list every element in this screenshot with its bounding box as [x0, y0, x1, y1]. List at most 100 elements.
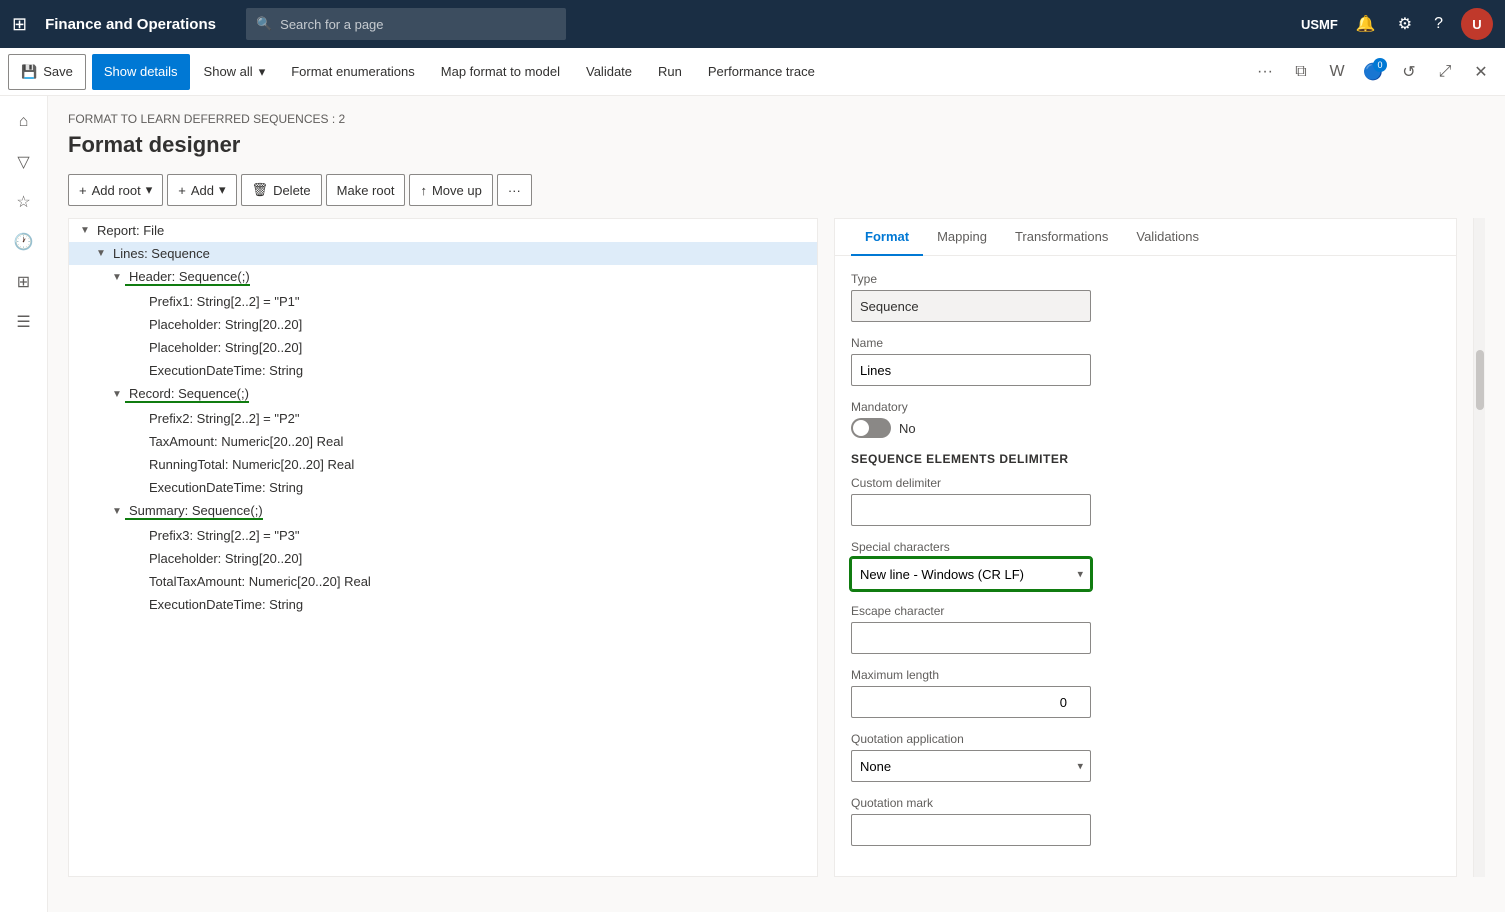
type-field-group: Type — [851, 272, 1440, 322]
list-item[interactable]: ▼ Lines: Sequence — [69, 242, 817, 265]
tree-item-label: TotalTaxAmount: Numeric[20..20] Real — [145, 574, 371, 589]
search-input[interactable] — [280, 17, 556, 32]
side-navigation: ⌂ ▽ ☆ 🕐 ⊞ ☰ — [0, 96, 48, 912]
list-item[interactable]: Placeholder: String[20..20] — [69, 313, 817, 336]
list-item[interactable]: ▼ Report: File — [69, 219, 817, 242]
run-button[interactable]: Run — [646, 54, 694, 90]
list-item[interactable]: Prefix2: String[2..2] = "P2" — [69, 407, 817, 430]
nav-filter-icon[interactable]: ▽ — [6, 144, 42, 180]
custom-delimiter-input[interactable] — [851, 494, 1091, 526]
validate-button[interactable]: Validate — [574, 54, 644, 90]
close-icon[interactable]: ✕ — [1465, 56, 1497, 88]
name-field-group: Name — [851, 336, 1440, 386]
more-actions-button[interactable]: ··· — [497, 174, 532, 206]
main-toolbar: 💾 Save Show details Show all ▾ Format en… — [0, 48, 1505, 96]
add-button[interactable]: + Add ▾ — [167, 174, 236, 206]
settings-icon[interactable]: ⚙ — [1394, 10, 1416, 38]
tab-mapping[interactable]: Mapping — [923, 219, 1001, 256]
map-format-button[interactable]: Map format to model — [429, 54, 572, 90]
type-input[interactable] — [851, 290, 1091, 322]
tree-item-label: Placeholder: String[20..20] — [145, 551, 302, 566]
top-navigation: ⊞ Finance and Operations 🔍 USMF 🔔 ⚙ ? U — [0, 0, 1505, 48]
special-characters-select[interactable]: None New line - Windows (CR LF) New line… — [851, 558, 1091, 590]
refresh-icon[interactable]: ↺ — [1393, 56, 1425, 88]
top-nav-right: USMF 🔔 ⚙ ? U — [1301, 8, 1493, 40]
save-button[interactable]: 💾 Save — [8, 54, 86, 90]
tree-item-label: Placeholder: String[20..20] — [145, 340, 302, 355]
office-icon[interactable]: W — [1321, 56, 1353, 88]
quotation-mark-input[interactable] — [851, 814, 1091, 846]
escape-character-input[interactable] — [851, 622, 1091, 654]
custom-delimiter-group: Custom delimiter — [851, 476, 1440, 526]
mandatory-label: Mandatory — [851, 400, 1440, 414]
help-icon[interactable]: ? — [1430, 11, 1447, 37]
add-root-chevron-icon: ▾ — [146, 182, 153, 198]
quotation-application-wrapper: None Always When needed ▾ — [851, 750, 1091, 782]
name-input[interactable] — [851, 354, 1091, 386]
properties-tabs: Format Mapping Transformations Validatio… — [835, 219, 1456, 256]
list-item[interactable]: ExecutionDateTime: String — [69, 593, 817, 616]
mandatory-toggle[interactable] — [851, 418, 891, 438]
notification-icon[interactable]: 🔔 — [1352, 10, 1380, 38]
tree-item-label: RunningTotal: Numeric[20..20] Real — [145, 457, 354, 472]
mandatory-value: No — [899, 421, 916, 436]
add-root-button[interactable]: + Add root ▾ — [68, 174, 163, 206]
nav-home-icon[interactable]: ⌂ — [6, 104, 42, 140]
add-plus-icon: + — [178, 183, 186, 198]
list-item[interactable]: RunningTotal: Numeric[20..20] Real — [69, 453, 817, 476]
tree-item-label: Placeholder: String[20..20] — [145, 317, 302, 332]
tree-item-label: ExecutionDateTime: String — [145, 480, 303, 495]
scrollbar-thumb[interactable] — [1476, 350, 1484, 410]
list-item[interactable]: TaxAmount: Numeric[20..20] Real — [69, 430, 817, 453]
open-in-new-icon[interactable]: ⤢ — [1429, 56, 1461, 88]
list-item[interactable]: ▼ Header: Sequence(;) — [69, 265, 817, 290]
tree-item-label: Prefix2: String[2..2] = "P2" — [145, 411, 300, 426]
nav-favorites-icon[interactable]: ☆ — [6, 184, 42, 220]
tab-format[interactable]: Format — [851, 219, 923, 256]
nav-recent-icon[interactable]: 🕐 — [6, 224, 42, 260]
delete-button[interactable]: 🗑 Delete — [241, 174, 322, 206]
performance-trace-button[interactable]: Performance trace — [696, 54, 827, 90]
list-item[interactable]: ▼ Summary: Sequence(;) — [69, 499, 817, 524]
tab-validations[interactable]: Validations — [1122, 219, 1213, 256]
list-item[interactable]: ExecutionDateTime: String — [69, 359, 817, 382]
special-characters-group: Special characters None New line - Windo… — [851, 540, 1440, 590]
tree-panel: ▼ Report: File ▼ Lines: Sequence ▼ Heade… — [68, 218, 818, 877]
nav-workspace-icon[interactable]: ⊞ — [6, 264, 42, 300]
list-item[interactable]: ▼ Record: Sequence(;) — [69, 382, 817, 407]
more-options-icon[interactable]: ··· — [1249, 56, 1281, 88]
tree-item-label: Lines: Sequence — [109, 246, 210, 261]
app-grid-icon[interactable]: ⊞ — [12, 14, 27, 35]
list-item[interactable]: TotalTaxAmount: Numeric[20..20] Real — [69, 570, 817, 593]
quotation-mark-label: Quotation mark — [851, 796, 1440, 810]
tree-item-label: Prefix1: String[2..2] = "P1" — [145, 294, 300, 309]
plugin-icon[interactable]: ⧉ — [1285, 56, 1317, 88]
quotation-application-label: Quotation application — [851, 732, 1440, 746]
move-up-button[interactable]: ↑ Move up — [409, 174, 492, 206]
tab-transformations[interactable]: Transformations — [1001, 219, 1122, 256]
custom-delimiter-label: Custom delimiter — [851, 476, 1440, 490]
avatar[interactable]: U — [1461, 8, 1493, 40]
quotation-application-select[interactable]: None Always When needed — [851, 750, 1091, 782]
nav-list-icon[interactable]: ☰ — [6, 304, 42, 340]
make-root-button[interactable]: Make root — [326, 174, 406, 206]
list-item[interactable]: Placeholder: String[20..20] — [69, 336, 817, 359]
show-all-button[interactable]: Show all ▾ — [192, 54, 278, 90]
page-title: Format designer — [68, 132, 1485, 158]
list-item[interactable]: Placeholder: String[20..20] — [69, 547, 817, 570]
tree-item-label: TaxAmount: Numeric[20..20] Real — [145, 434, 343, 449]
toggle-knob — [853, 420, 869, 436]
format-enumerations-button[interactable]: Format enumerations — [279, 54, 427, 90]
list-item[interactable]: Prefix1: String[2..2] = "P1" — [69, 290, 817, 313]
search-bar: 🔍 — [246, 8, 566, 40]
chevron-down-icon: ▾ — [259, 64, 266, 80]
add-chevron-icon: ▾ — [219, 182, 226, 198]
collapse-arrow-icon: ▼ — [93, 248, 109, 259]
list-item[interactable]: Prefix3: String[2..2] = "P3" — [69, 524, 817, 547]
move-up-icon: ↑ — [420, 183, 427, 198]
maximum-length-input[interactable] — [851, 686, 1091, 718]
type-label: Type — [851, 272, 1440, 286]
scrollbar[interactable] — [1473, 218, 1485, 877]
show-details-button[interactable]: Show details — [92, 54, 190, 90]
list-item[interactable]: ExecutionDateTime: String — [69, 476, 817, 499]
